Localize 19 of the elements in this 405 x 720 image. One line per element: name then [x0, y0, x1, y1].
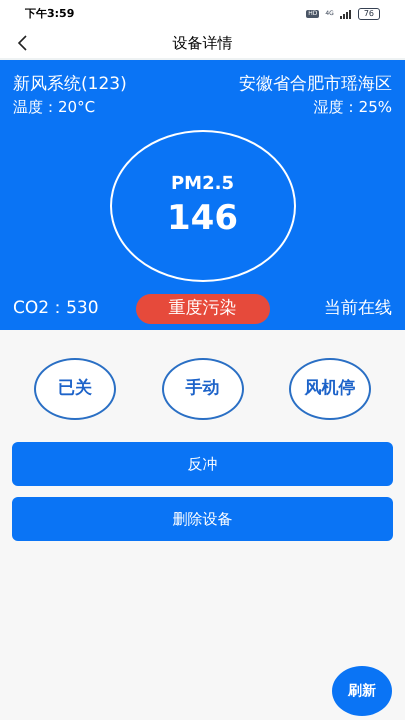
temperature-reading: 温度：20°C: [13, 97, 96, 118]
air-quality-badge: 重度污染: [136, 294, 270, 324]
signal-icon: [340, 10, 352, 18]
online-status: 当前在线: [323, 297, 392, 320]
action-button[interactable]: 删除设备: [12, 497, 393, 541]
pm-value: 146: [167, 197, 238, 240]
refresh-button[interactable]: 刷新: [332, 666, 392, 716]
device-location: 安徽省合肥市瑶海区: [239, 73, 392, 96]
status-time: 下午3:59: [25, 6, 74, 22]
mode-button[interactable]: 风机停: [289, 358, 371, 420]
pm-label: PM2.5: [170, 172, 234, 196]
action-button[interactable]: 反冲: [12, 442, 393, 486]
mode-button[interactable]: 手动: [162, 358, 244, 420]
co2-reading: CO2：530: [13, 297, 100, 320]
mode-button[interactable]: 已关: [34, 358, 116, 420]
battery-indicator: 76: [358, 8, 380, 20]
page-title: 设备详情: [172, 32, 232, 54]
humidity-reading: 湿度：25%: [314, 97, 392, 118]
device-name: 新风系统(123): [13, 73, 127, 96]
